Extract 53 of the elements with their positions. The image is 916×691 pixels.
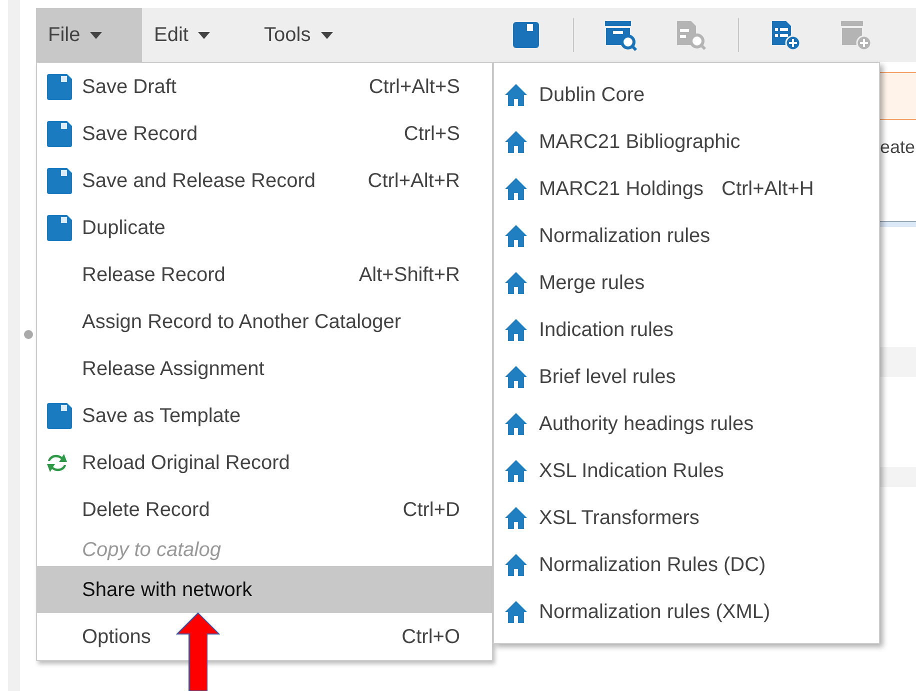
menu-item[interactable]: Share with network [37,566,492,613]
home-icon [504,458,528,482]
menu-item[interactable]: Save Draft Ctrl+Alt+S [37,63,492,110]
home-icon [504,552,528,576]
menu-item[interactable]: Authority headings rules [494,400,879,447]
home-icon [504,224,528,248]
save-icon [45,214,73,242]
home-icon [504,82,528,106]
caret-icon [320,32,333,38]
save-icon [45,166,73,194]
archive-search-icon[interactable] [604,19,638,51]
menu-item[interactable]: Normalization rules (XML) [494,588,879,635]
caret-icon [90,32,102,38]
splitter-handle[interactable] [24,330,32,339]
save-icon [45,72,73,100]
home-icon [504,364,528,388]
menu-item[interactable]: Save as Template [37,392,492,439]
home-icon [504,130,528,154]
save-icon [45,120,73,148]
menu-item[interactable]: Dublin Core [494,71,879,118]
menu-item[interactable]: MARC21 Holdings Ctrl+Alt+H [494,165,879,212]
field-label: eate [880,136,916,159]
menu-tab[interactable]: Tools [252,8,372,62]
menu-tab[interactable]: Edit [142,8,252,62]
menu-item[interactable]: Save Record Ctrl+S [37,110,492,157]
menu-item[interactable]: Merge rules [494,259,879,306]
save-icon[interactable] [512,21,540,49]
menu-item[interactable]: Assign Record to Another Cataloger [37,298,492,345]
caret-icon [198,32,210,38]
menu-item[interactable]: Release Assignment [37,345,492,392]
menu-item[interactable]: Indication rules [494,306,879,353]
menu-item[interactable]: Save and Release Record Ctrl+Alt+R [37,157,492,204]
home-icon [504,600,528,624]
home-icon [504,318,528,342]
home-icon [504,270,528,294]
notice-bar [880,72,916,120]
save-icon [45,402,73,430]
home-icon [504,412,528,436]
menu-item[interactable]: Normalization rules [494,212,879,259]
menu-item[interactable]: MARC21 Bibliographic [494,118,879,165]
menu-item[interactable]: Normalization Rules (DC) [494,541,879,588]
menu-item[interactable]: Brief level rules [494,353,879,400]
home-icon [504,506,528,530]
menu-item[interactable]: Release Record Alt+Shift+R [37,251,492,298]
menu-tab[interactable]: File [36,8,142,62]
selection-bar [880,221,916,227]
menu-item[interactable]: XSL Transformers [494,494,879,541]
menu-item[interactable]: Reload Original Record [37,439,492,486]
menu-item[interactable]: Duplicate [37,204,492,251]
home-icon [504,176,528,200]
menu-item[interactable]: XSL Indication Rules [494,447,879,494]
menu-item[interactable]: Delete Record Ctrl+D [37,486,492,533]
menu-item[interactable]: Options Ctrl+O [37,613,492,660]
